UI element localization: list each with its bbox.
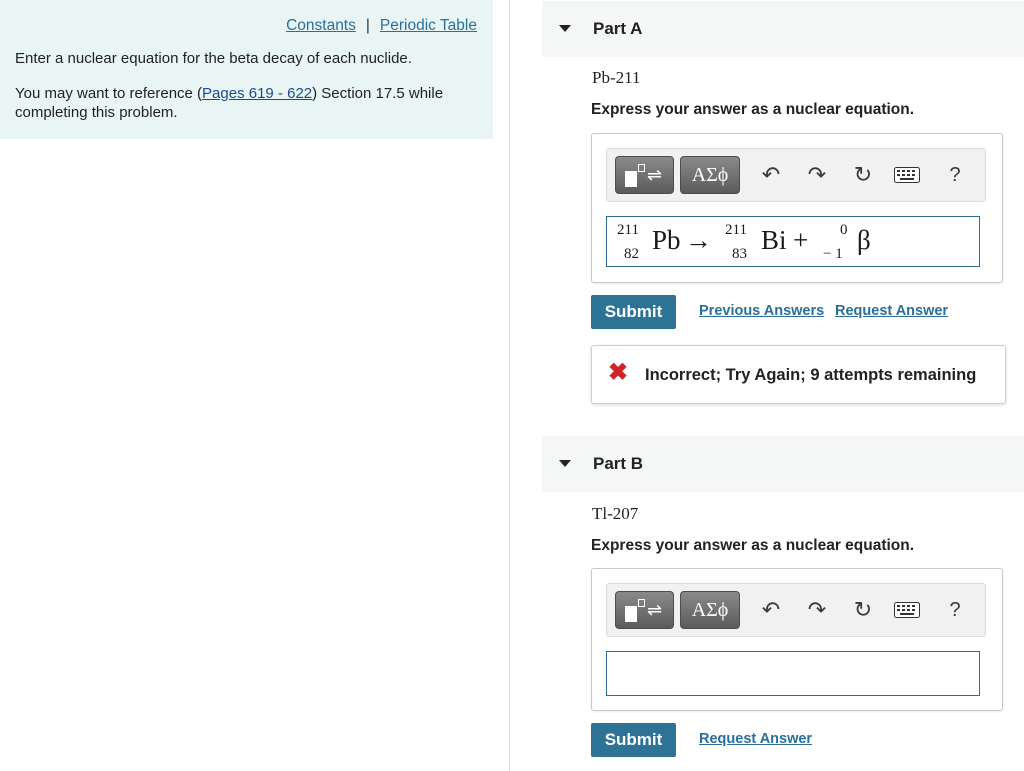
- part-b-answer-box: ⇌ ΑΣϕ ↶ ↷ ↻ ?: [591, 568, 1003, 711]
- part-a-nuclide: Pb-211: [592, 68, 641, 87]
- collapse-triangle-icon[interactable]: [559, 25, 571, 32]
- part-b-nuclide: Tl-207: [592, 504, 639, 523]
- math-toolbar: ⇌ ΑΣϕ ↶ ↷ ↻ ?: [606, 583, 986, 637]
- math-toolbar: ⇌ ΑΣϕ ↶ ↷ ↻ ?: [606, 148, 986, 202]
- undo-icon[interactable]: ↶: [757, 161, 785, 189]
- collapse-triangle-icon[interactable]: [559, 460, 571, 467]
- part-a-answer-box: ⇌ ΑΣϕ ↶ ↷ ↻ ? 211 82 Pb → 211 83 Bi + 0 …: [591, 133, 1003, 283]
- previous-answers-link[interactable]: Previous Answers: [699, 303, 824, 319]
- top-links: Constants | Periodic Table: [286, 17, 477, 35]
- equilibrium-arrow-icon: ⇌: [647, 600, 663, 620]
- reference-text: You may want to reference (Pages 619 - 6…: [15, 84, 485, 122]
- keyboard-icon[interactable]: [893, 161, 921, 189]
- part-b-label: Part B: [593, 454, 644, 473]
- problem-info-panel: Constants | Periodic Table Enter a nuclear…: [0, 0, 493, 139]
- product2-atomic-number: − 1: [823, 246, 843, 262]
- part-a-answer-input[interactable]: 211 82 Pb → 211 83 Bi + 0 − 1 β: [606, 216, 980, 267]
- help-icon[interactable]: ?: [941, 161, 969, 189]
- template-square-icon: [625, 171, 637, 187]
- part-a-request-answer-link[interactable]: Request Answer: [835, 303, 948, 319]
- product2-mass-number: 0: [840, 222, 848, 238]
- constants-link[interactable]: Constants: [286, 17, 356, 34]
- product1-mass-number: 211: [725, 222, 747, 238]
- problem-intro: Enter a nuclear equation for the beta de…: [15, 50, 412, 67]
- pane-divider: [509, 0, 510, 771]
- template-square-icon: [625, 606, 637, 622]
- greek-symbols-button[interactable]: ΑΣϕ: [680, 156, 740, 194]
- plus-sign: +: [793, 225, 809, 255]
- templates-button[interactable]: ⇌: [615, 591, 674, 629]
- undo-icon[interactable]: ↶: [757, 596, 785, 624]
- reset-icon[interactable]: ↻: [849, 596, 877, 624]
- equilibrium-arrow-icon: ⇌: [647, 165, 663, 185]
- periodic-table-link[interactable]: Periodic Table: [380, 17, 477, 34]
- keyboard-icon[interactable]: [893, 596, 921, 624]
- product1-symbol: Bi: [761, 225, 787, 255]
- template-superscript-icon: [638, 599, 645, 607]
- part-b-answer-input[interactable]: [606, 651, 980, 696]
- product1-atomic-number: 83: [732, 246, 747, 262]
- part-a-header[interactable]: Part A: [542, 1, 1024, 57]
- help-icon[interactable]: ?: [941, 596, 969, 624]
- part-b-submit-button[interactable]: Submit: [591, 723, 676, 757]
- templates-button[interactable]: ⇌: [615, 156, 674, 194]
- feedback-text: Incorrect; Try Again; 9 attempts remaini…: [645, 366, 977, 384]
- reactant-mass-number: 211: [617, 222, 639, 238]
- reaction-arrow: →: [685, 225, 712, 255]
- part-a-submit-button[interactable]: Submit: [591, 295, 676, 329]
- part-b-header[interactable]: Part B: [542, 436, 1024, 492]
- greek-symbols-button[interactable]: ΑΣϕ: [680, 591, 740, 629]
- feedback-message: ✖ Incorrect; Try Again; 9 attempts remai…: [591, 345, 1006, 404]
- incorrect-x-icon: ✖: [608, 359, 629, 386]
- product2-symbol: β: [857, 225, 871, 255]
- pages-link[interactable]: Pages 619 - 622: [202, 85, 312, 102]
- part-a-label: Part A: [593, 19, 643, 38]
- redo-icon[interactable]: ↷: [803, 161, 831, 189]
- reference-prefix: You may want to reference (: [15, 85, 203, 102]
- part-b-request-answer-link[interactable]: Request Answer: [699, 731, 812, 747]
- reactant-symbol: Pb: [652, 225, 681, 255]
- part-b-instruction: Express your answer as a nuclear equatio…: [591, 537, 915, 554]
- link-separator: |: [365, 17, 370, 34]
- reactant-atomic-number: 82: [624, 246, 639, 262]
- template-superscript-icon: [638, 164, 645, 172]
- part-a-instruction: Express your answer as a nuclear equatio…: [591, 101, 915, 118]
- nuclear-equation: 211 82 Pb → 211 83 Bi + 0 − 1 β: [607, 217, 981, 268]
- redo-icon[interactable]: ↷: [803, 596, 831, 624]
- reset-icon[interactable]: ↻: [849, 161, 877, 189]
